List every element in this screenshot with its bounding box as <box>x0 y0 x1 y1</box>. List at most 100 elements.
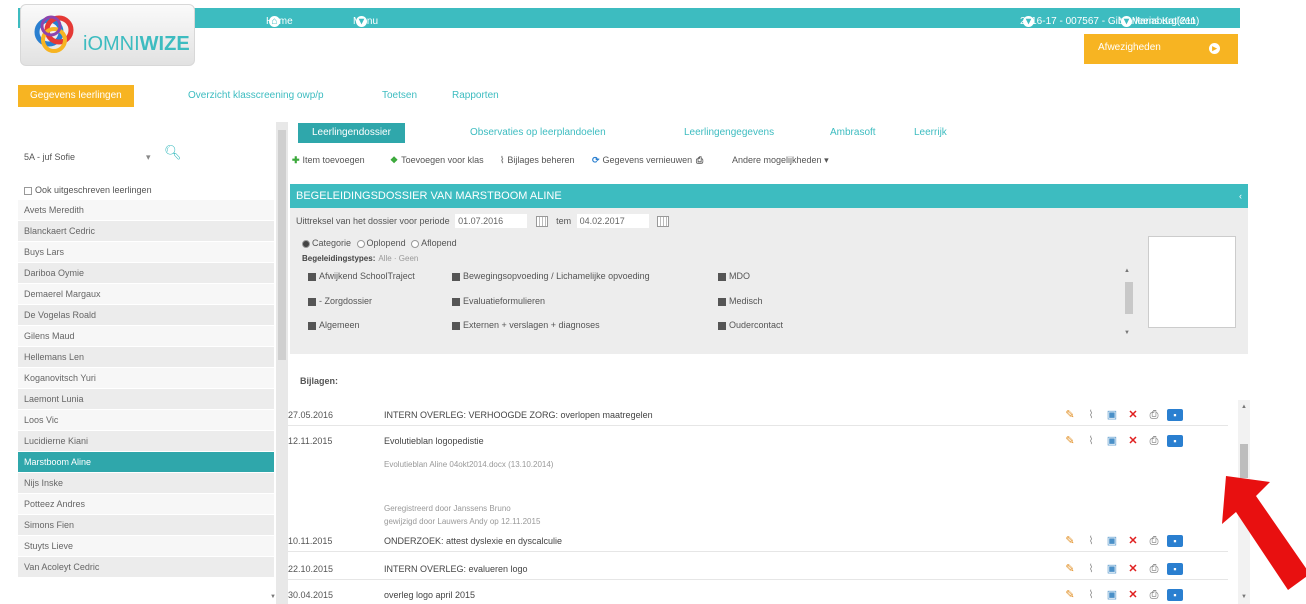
attachment-row[interactable]: 22.10.2015 INTERN OVERLEG: evalueren log… <box>288 558 1228 580</box>
paperclip-icon[interactable]: ⌇ <box>1083 434 1099 447</box>
splitter-scroll-thumb[interactable] <box>278 130 286 360</box>
date-from-input[interactable]: 01.07.2016 <box>455 214 528 228</box>
student-list-item[interactable]: Laemont Lunia <box>18 389 274 410</box>
student-list-item[interactable]: Hellemans Len <box>18 347 274 368</box>
checkbox-icon[interactable] <box>308 297 316 306</box>
dossier-header[interactable]: BEGELEIDINGSDOSSIER VAN MARSTBOOM ALINE … <box>290 184 1248 208</box>
afwezigheden-button[interactable]: Afwezigheden ▸ <box>1084 34 1238 64</box>
attachment-title[interactable]: INTERN OVERLEG: VERHOOGDE ZORG: overlope… <box>384 410 653 420</box>
attachments-scroll-thumb[interactable] <box>1240 444 1248 478</box>
type-checkbox[interactable]: - Zorgdossier <box>308 296 372 306</box>
chevron-down-icon[interactable]: ▾ <box>146 152 151 163</box>
types-all-none[interactable]: Alle · Geen <box>378 254 418 263</box>
delete-icon[interactable]: ✕ <box>1125 434 1141 447</box>
delete-icon[interactable]: ✕ <box>1125 588 1141 601</box>
type-checkbox[interactable]: Externen + verslagen + diagnoses <box>452 320 600 330</box>
panel-splitter[interactable] <box>276 122 288 604</box>
pencil-icon[interactable]: ✎ <box>1062 588 1078 601</box>
types-scrollbar[interactable]: ▲ ▼ <box>1124 268 1134 340</box>
add-item-button[interactable]: ✚ Item toevoegen <box>292 155 365 166</box>
info-icon[interactable]: ▪ <box>1167 589 1183 601</box>
tab-leerlingengegevens[interactable]: Leerlingengegevens <box>684 123 774 143</box>
attachment-row[interactable]: 27.05.2016 INTERN OVERLEG: VERHOOGDE ZOR… <box>288 404 1228 426</box>
student-list-item[interactable]: Dariboa Oymie <box>18 263 274 284</box>
attachment-title[interactable]: Evolutieblan logopedistie <box>384 436 484 446</box>
pencil-icon[interactable]: ✎ <box>1062 562 1078 575</box>
checkbox-icon[interactable] <box>24 186 32 195</box>
printer-icon[interactable]: ⎙ <box>1146 435 1162 448</box>
checkbox-icon[interactable] <box>718 321 726 330</box>
checkbox-icon[interactable] <box>452 321 460 330</box>
calendar-icon[interactable] <box>657 216 670 228</box>
info-icon[interactable]: ▪ <box>1167 409 1183 421</box>
attachment-row[interactable]: 30.04.2015 overleg logo april 2015 ✎ ⌇ ▣ ✕ ⎙… <box>288 584 1228 604</box>
collapse-icon[interactable]: ‹ <box>1239 184 1242 208</box>
date-to-input[interactable]: 04.02.2017 <box>576 214 649 228</box>
checkbox-icon[interactable] <box>452 272 460 281</box>
attachment-row[interactable]: 10.11.2015 ONDERZOEK: attest dyslexie en… <box>288 530 1228 552</box>
include-unsubscribed-checkbox[interactable]: Ook uitgeschreven leerlingen <box>24 185 152 195</box>
type-checkbox[interactable]: Algemeen <box>308 320 360 330</box>
student-list-item[interactable]: Blanckaert Cedric <box>18 221 274 242</box>
attachment-file-link[interactable]: Evolutieblan Aline 04okt2014.docx (13.10… <box>384 460 553 469</box>
sidebar-scroll-down-icon[interactable]: ▼ <box>270 594 276 600</box>
scroll-down-icon[interactable]: ▼ <box>1124 330 1130 336</box>
tab-rapporten[interactable]: Rapporten <box>452 85 499 107</box>
pencil-icon[interactable]: ✎ <box>1062 534 1078 547</box>
info-icon[interactable]: ▪ <box>1167 563 1183 575</box>
student-list-item[interactable]: Gilens Maud <box>18 326 274 347</box>
printer-icon[interactable]: ⎙ <box>1146 535 1162 548</box>
radio-icon[interactable] <box>411 239 420 248</box>
tab-gegevens-leerlingen[interactable]: Gegevens leerlingen <box>18 85 134 107</box>
scroll-up-icon[interactable]: ▲ <box>1124 268 1130 274</box>
refresh-data-button[interactable]: ⟳ Gegevens vernieuwen <box>592 155 692 166</box>
student-list-item[interactable]: De Vogelas Roald <box>18 305 274 326</box>
info-icon[interactable]: ▪ <box>1167 435 1183 447</box>
type-checkbox[interactable]: Oudercontact <box>718 320 783 330</box>
document-search-icon[interactable]: ▣ <box>1104 588 1120 601</box>
pencil-icon[interactable]: ✎ <box>1062 408 1078 421</box>
printer-icon[interactable]: ⎙ <box>1146 563 1162 576</box>
paperclip-icon[interactable]: ⌇ <box>1083 534 1099 547</box>
type-checkbox[interactable]: MDO <box>718 271 750 281</box>
printer-icon[interactable]: ⎙ <box>1146 589 1162 602</box>
type-checkbox[interactable]: Evaluatieformulieren <box>452 296 545 306</box>
delete-icon[interactable]: ✕ <box>1125 562 1141 575</box>
student-list-item[interactable]: Demaerel Margaux <box>18 284 274 305</box>
tab-observaties[interactable]: Observaties op leerplandoelen <box>470 123 606 143</box>
delete-icon[interactable]: ✕ <box>1125 534 1141 547</box>
scroll-up-icon[interactable]: ▲ <box>1241 404 1247 410</box>
checkbox-icon[interactable] <box>308 321 316 330</box>
student-list-item[interactable]: Stuyts Lieve <box>18 536 274 557</box>
tab-overzicht-klasscreening[interactable]: Overzicht klasscreening owp/p <box>188 85 324 107</box>
printer-icon[interactable]: ⎙ <box>1146 409 1162 422</box>
delete-icon[interactable]: ✕ <box>1125 408 1141 421</box>
radio-aflopend[interactable]: Aflopend <box>411 238 457 248</box>
pencil-icon[interactable]: ✎ <box>1062 434 1078 447</box>
checkbox-icon[interactable] <box>718 272 726 281</box>
class-select-value[interactable]: 5A - juf Sofie <box>24 152 75 162</box>
document-search-icon[interactable]: ▣ <box>1104 534 1120 547</box>
student-list-item[interactable]: Avets Meredith <box>18 200 274 221</box>
attachment-title[interactable]: INTERN OVERLEG: evalueren logo <box>384 564 528 574</box>
tab-ambrasoft[interactable]: Ambrasoft <box>830 123 876 143</box>
paperclip-icon[interactable]: ⌇ <box>1083 562 1099 575</box>
document-search-icon[interactable]: ▣ <box>1104 434 1120 447</box>
class-selector[interactable]: 5A - juf Sofie ▾ 🔍︎ <box>18 140 274 170</box>
add-for-class-button[interactable]: ❖ Toevoegen voor klas <box>390 155 484 166</box>
type-checkbox[interactable]: Bewegingsopvoeding / Lichamelijke opvoed… <box>452 271 650 281</box>
types-scroll-thumb[interactable] <box>1125 282 1133 314</box>
student-list-item[interactable]: Marstboom Aline <box>18 452 274 473</box>
print-button[interactable]: ⎙ <box>696 155 706 166</box>
document-search-icon[interactable]: ▣ <box>1104 408 1120 421</box>
other-options-dropdown[interactable]: Andere mogelijkheden ▾ <box>732 155 829 166</box>
paperclip-icon[interactable]: ⌇ <box>1083 588 1099 601</box>
student-list-item[interactable]: Van Acoleyt Cedric <box>18 557 274 578</box>
radio-icon[interactable] <box>356 239 365 248</box>
omniwize-logo[interactable]: iOMNIWIZE <box>20 4 195 66</box>
tab-toetsen[interactable]: Toetsen <box>382 85 417 107</box>
paperclip-icon[interactable]: ⌇ <box>1083 408 1099 421</box>
attachment-row[interactable]: 12.11.2015 Evolutieblan logopedistie ✎ ⌇ ▣… <box>288 430 1228 452</box>
student-list-item[interactable]: Lucidierne Kiani <box>18 431 274 452</box>
attachment-title[interactable]: ONDERZOEK: attest dyslexie en dyscalculi… <box>384 536 562 546</box>
